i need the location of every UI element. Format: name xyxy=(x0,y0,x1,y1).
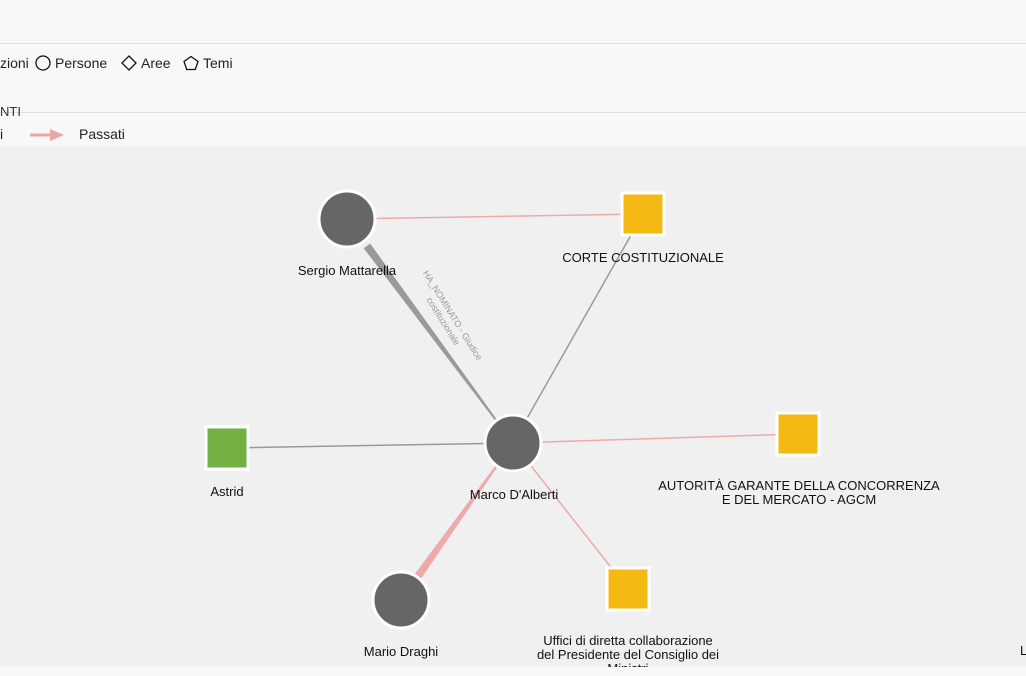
node-agcm[interactable] xyxy=(775,411,821,457)
legend-label-organizations: zioni xyxy=(0,55,29,71)
legend-item-areas[interactable]: Aree xyxy=(121,55,171,71)
node-label-marco: Marco D'Alberti xyxy=(470,487,559,502)
node-corte[interactable] xyxy=(620,191,666,237)
node-draghi[interactable] xyxy=(371,570,431,630)
node-astrid[interactable] xyxy=(204,425,250,471)
legend-item-topics[interactable]: Temi xyxy=(183,55,233,71)
graph-canvas[interactable]: HA_NOMINATO - Giudicecostituzionale Serg… xyxy=(0,147,1026,676)
legend-label-current: i xyxy=(0,126,4,142)
nodes-layer xyxy=(204,189,821,630)
edge-agcm-marco[interactable] xyxy=(512,433,799,444)
legend-label-areas: Aree xyxy=(141,55,171,71)
diamond-outline-icon xyxy=(121,55,137,71)
node-label-astrid: Astrid xyxy=(210,484,243,499)
labels-layer: Sergio Mattarella CORTE COSTITUZIONALE Mar… xyxy=(210,250,940,676)
node-label-corte: CORTE COSTITUZIONALE xyxy=(562,250,724,265)
legend-label-topics: Temi xyxy=(203,55,233,71)
edge-astrid-marco[interactable] xyxy=(226,442,514,449)
node-label-agcm: AUTORITÀ GARANTE DELLA CONCORRENZA E DEL … xyxy=(658,478,940,507)
legend-item-persons[interactable]: Persone xyxy=(35,55,107,71)
legend-label-past: Passati xyxy=(79,126,125,142)
pentagon-outline-icon xyxy=(183,55,199,71)
relations-legend-title: NTI xyxy=(0,104,21,119)
relations-divider xyxy=(0,112,1026,113)
bottom-strip xyxy=(0,667,1026,676)
node-label-uffici: Uffici di diretta collaborazione del Pres… xyxy=(537,633,719,667)
node-sergio[interactable] xyxy=(317,189,377,249)
node-uffici[interactable] xyxy=(605,566,651,612)
node-label-draghi: Mario Draghi xyxy=(364,644,439,659)
node-label-sergio: Sergio Mattarella xyxy=(298,263,397,278)
legend-label-persons: Persone xyxy=(55,55,108,71)
edge-corte-marco[interactable] xyxy=(512,213,644,444)
past-arrow-icon xyxy=(30,129,64,141)
node-marco[interactable] xyxy=(483,413,543,473)
edge-sergio-corte[interactable] xyxy=(346,213,644,220)
offscreen-node-label: L xyxy=(1020,643,1026,658)
legend-item-organizations[interactable]: zioni xyxy=(0,55,29,71)
circle-outline-icon xyxy=(35,55,51,71)
top-toolbar xyxy=(0,0,1026,44)
network-graph[interactable]: HA_NOMINATO - Giudicecostituzionale Serg… xyxy=(0,147,1026,676)
